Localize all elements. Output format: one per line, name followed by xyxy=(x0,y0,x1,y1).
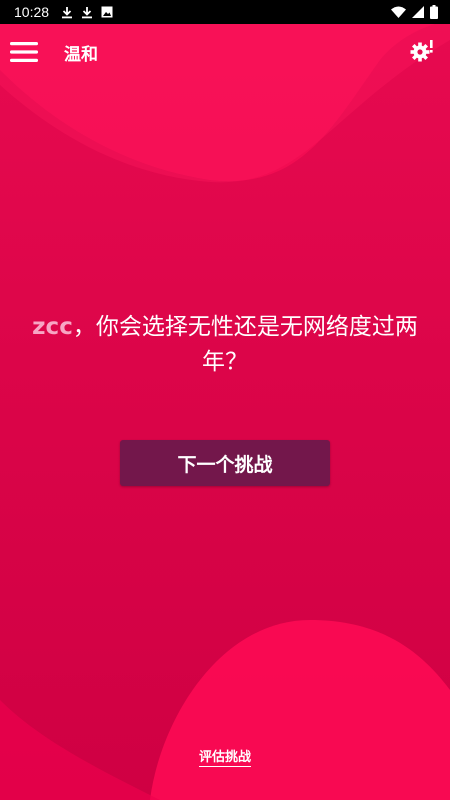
rate-challenge-link[interactable]: 评估挑战 xyxy=(198,750,251,767)
status-system-icons xyxy=(391,5,438,19)
next-challenge-button[interactable]: 下一个挑战 xyxy=(120,440,330,486)
player-name: zcc xyxy=(32,314,73,340)
top-app-bar: 温和 xyxy=(0,24,450,80)
page-title: 温和 xyxy=(64,44,98,65)
status-bar: 10:28 xyxy=(0,0,450,24)
hamburger-menu-icon xyxy=(10,42,38,62)
settings-gear-alert-icon xyxy=(410,40,433,62)
bottom-wave-shape xyxy=(150,620,450,800)
app-screen: 10:28 温和 zcc，你会选择无性还是无网络度过两年？ 下一个挑战 评估挑战 xyxy=(0,0,450,800)
next-challenge-label: 下一个挑战 xyxy=(177,453,273,476)
download-icon xyxy=(82,6,93,18)
wifi-icon xyxy=(391,6,406,18)
rate-challenge-footer: 评估挑战 xyxy=(0,746,450,767)
challenge-question: zcc，你会选择无性还是无网络度过两年？ xyxy=(20,310,430,380)
signal-icon xyxy=(412,6,424,18)
menu-button[interactable] xyxy=(0,28,48,76)
status-notifications xyxy=(61,6,113,19)
image-icon xyxy=(101,6,113,18)
question-text: ，你会选择无性还是无网络度过两年？ xyxy=(72,314,418,375)
status-time: 10:28 xyxy=(14,4,50,20)
battery-icon xyxy=(430,5,438,19)
download-icon xyxy=(62,6,73,18)
settings-button[interactable] xyxy=(410,38,436,64)
background-waves xyxy=(0,20,450,800)
